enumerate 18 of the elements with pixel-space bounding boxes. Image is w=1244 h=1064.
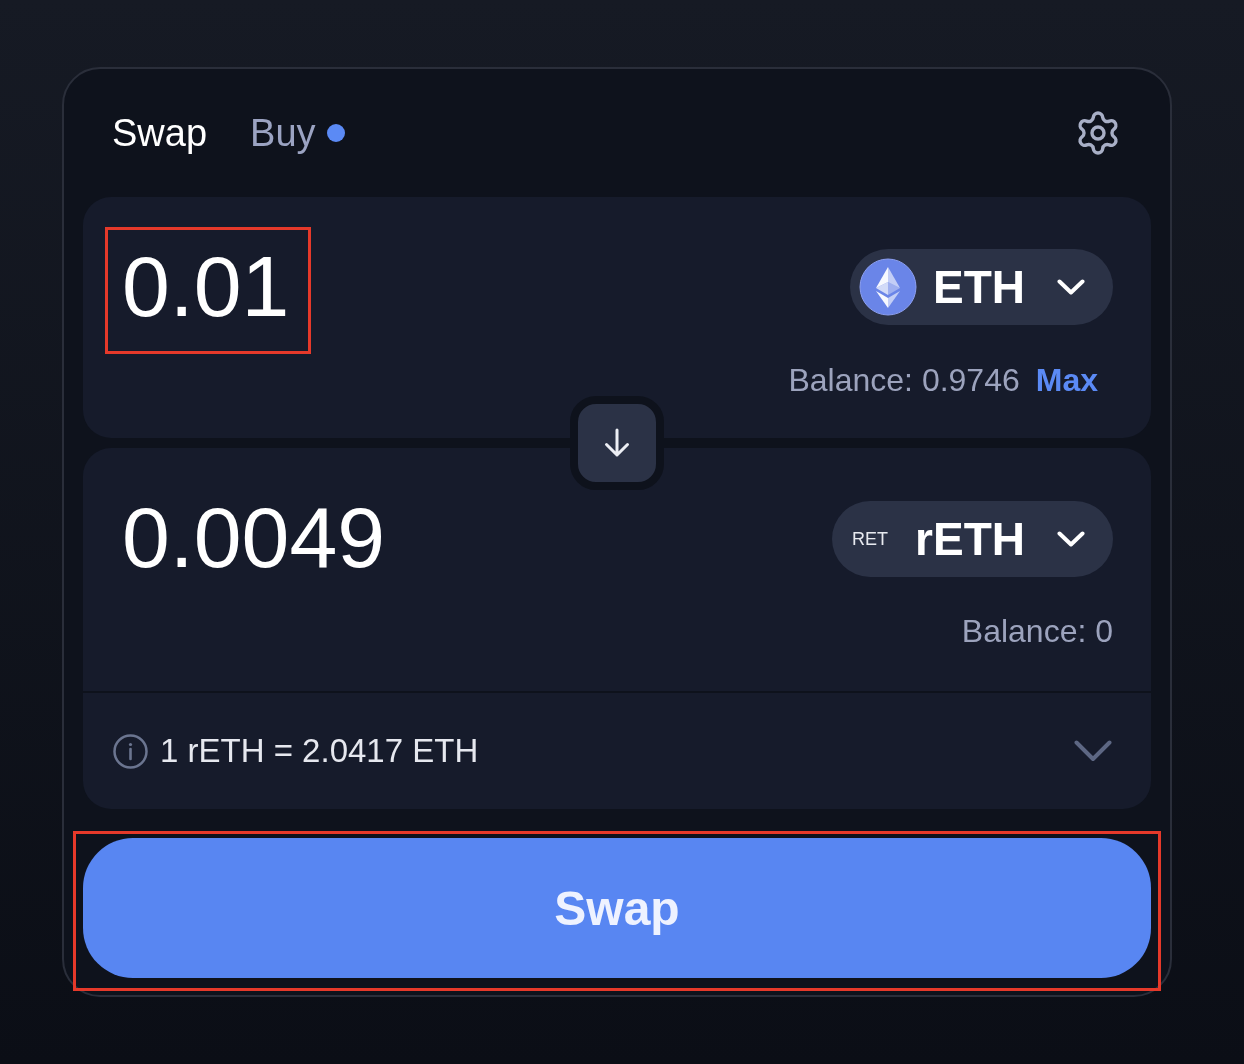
tab[interactable]: Buy xyxy=(250,111,345,155)
token-selector[interactable]: RET rETH xyxy=(832,501,1113,577)
info-icon xyxy=(113,733,148,769)
balance-text: Balance: 0.9746 xyxy=(788,361,1020,399)
chevron-down-icon xyxy=(1057,531,1085,547)
tab[interactable]: Swap xyxy=(112,111,208,155)
chevron-down-icon xyxy=(1057,279,1085,295)
chevron-down-icon[interactable] xyxy=(1074,740,1112,762)
ethereum-logo-icon xyxy=(859,258,917,316)
max-link[interactable]: Max xyxy=(1035,361,1098,399)
amount-input[interactable]: 0.0049 xyxy=(105,478,404,605)
token-logo-text: RET xyxy=(852,528,889,550)
amount-input[interactable]: 0.01 xyxy=(105,227,311,354)
balance-text: Balance: 0 xyxy=(961,612,1113,650)
arrow-down-icon xyxy=(604,428,630,458)
exchange-rate-text: 1 rETH = 2.0417 ETH xyxy=(160,732,479,770)
token-selector[interactable]: ETH xyxy=(850,249,1113,325)
swap-direction-button[interactable] xyxy=(570,396,664,490)
